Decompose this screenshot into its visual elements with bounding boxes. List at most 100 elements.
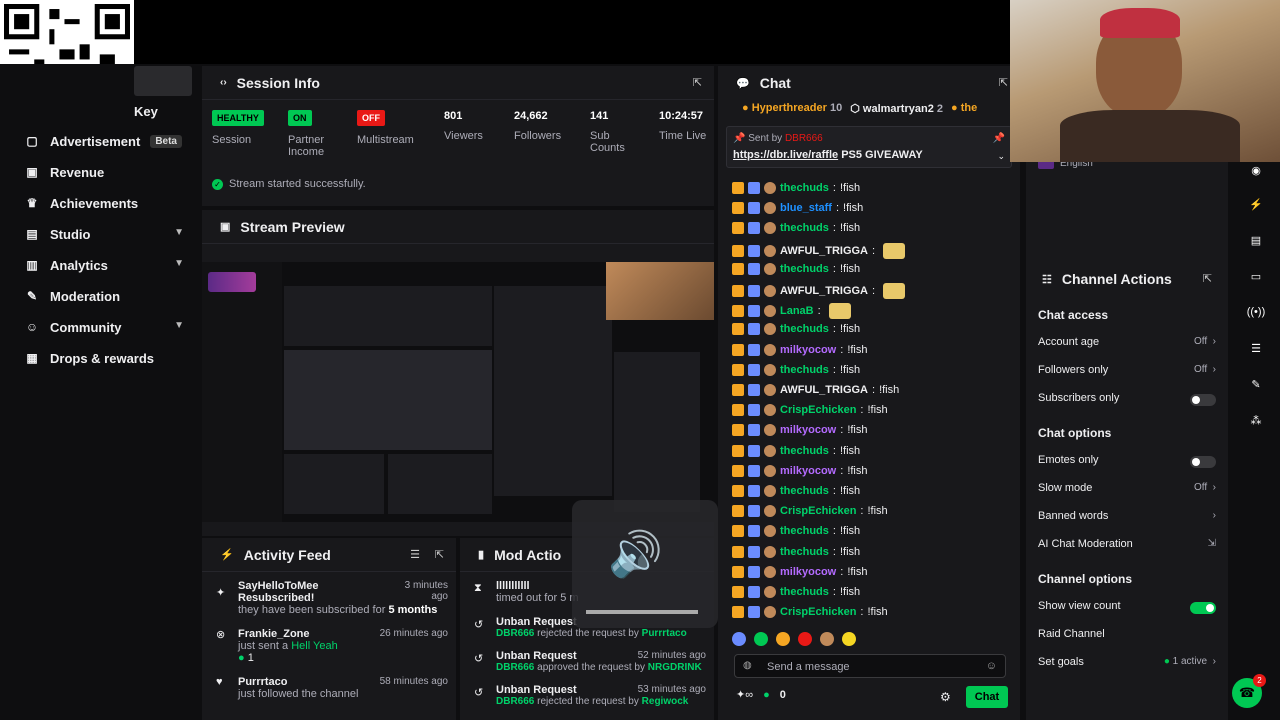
chat-colon: : (860, 505, 864, 518)
filter-icon[interactable]: ☰ (410, 548, 420, 561)
chat-username[interactable]: milkyocow (780, 344, 836, 356)
chat-username[interactable]: AWFUL_TRIGGA (780, 245, 868, 257)
chat-username[interactable]: thechuds (780, 182, 829, 194)
chat-message[interactable]: milkyocow: !fish (732, 343, 868, 356)
chat-username[interactable]: thechuds (780, 222, 829, 234)
wrench-icon[interactable]: ✎ (1240, 370, 1272, 398)
chat-username[interactable]: thechuds (780, 586, 829, 598)
setting-raid-channel[interactable]: Raid Channel (1038, 628, 1216, 644)
channel-points-icon[interactable]: ● (763, 689, 770, 701)
chat-username[interactable]: milkyocow (780, 424, 836, 436)
layout-icon[interactable]: ☰ (1240, 334, 1272, 362)
emotes-only-toggle[interactable] (1190, 456, 1216, 468)
stream-video[interactable] (202, 262, 714, 522)
emote-icon[interactable] (820, 632, 834, 646)
chat-message[interactable]: thechuds: !fish (732, 545, 860, 558)
chat-username[interactable]: blue_staff (780, 202, 832, 214)
sidebar-item-community[interactable]: ☺ Community ▼ (24, 316, 194, 338)
chat-username[interactable]: thechuds (780, 263, 829, 275)
chat-username[interactable]: CrispEchicken (780, 505, 856, 517)
chat-message[interactable]: thechuds: !fish (732, 444, 860, 457)
chat-message[interactable]: CrispEchicken: !fish (732, 505, 888, 518)
chat-message[interactable]: CrispEchicken: !fish (732, 606, 888, 619)
emote-icon[interactable] (842, 632, 856, 646)
chat-message[interactable]: thechuds: !fish (732, 363, 860, 376)
pin-icon[interactable]: 📌 (993, 133, 1005, 144)
chevron-down-icon: ▼ (174, 227, 184, 238)
chat-message[interactable]: thechuds: !fish (732, 323, 860, 336)
emote-icon (883, 283, 906, 299)
chat-colon: : (840, 565, 844, 578)
sidebar-item-key[interactable]: Key (134, 100, 194, 122)
setting-banned-words[interactable]: Banned words › (1038, 510, 1216, 526)
bolt-icon[interactable]: ⚡ (1240, 190, 1272, 218)
mod-user: DBR666 (496, 696, 535, 707)
chat-message[interactable]: blue_staff: !fish (732, 202, 863, 215)
chat-username[interactable]: milkyocow (780, 465, 836, 477)
apps-icon[interactable]: ⁂ (1240, 406, 1272, 434)
support-chat-button[interactable]: ☎ 2 (1232, 674, 1266, 708)
popout-icon[interactable]: ⇱ (693, 76, 702, 89)
emoji-icon[interactable]: ☺ (986, 660, 997, 672)
chat-message[interactable]: LanaB: (732, 303, 851, 320)
chat-input[interactable]: ◍ Send a message ☺ (734, 654, 1006, 678)
chat-message[interactable]: milkyocow: !fish (732, 565, 868, 578)
chat-message[interactable]: AWFUL_TRIGGA: (732, 242, 906, 259)
setting-account-age[interactable]: Account age Off › (1038, 336, 1216, 352)
chat-message[interactable]: thechuds: !fish (732, 525, 860, 538)
setting-slow-mode[interactable]: Slow mode Off › (1038, 482, 1216, 498)
chat-message[interactable]: thechuds: !fish (732, 586, 860, 598)
chat-username[interactable]: AWFUL_TRIGGA (780, 384, 868, 396)
bits-icon[interactable]: ✦∞ (736, 688, 753, 701)
chevron-down-icon[interactable]: ⌄ (997, 151, 1005, 162)
chat-username[interactable]: thechuds (780, 445, 829, 457)
notes-icon[interactable]: ▤ (1240, 226, 1272, 254)
chat-username[interactable]: thechuds (780, 323, 829, 335)
sidebar-item-revenue[interactable]: ▣ Revenue (24, 161, 194, 183)
popout-icon[interactable]: ⇱ (435, 548, 444, 561)
emote-icon[interactable] (798, 632, 812, 646)
setting-set-goals[interactable]: Set goals ● 1 active › (1038, 656, 1216, 672)
sidebar-item-achievements[interactable]: ♛ Achievements (24, 192, 194, 214)
chat-message[interactable]: CrispEchicken: !fish (732, 404, 888, 417)
chat-message[interactable]: thechuds: !fish (732, 485, 860, 497)
pinned-message[interactable]: 📌 Sent by DBR666 https://dbr.live/raffle… (726, 126, 1012, 168)
chat-username[interactable]: thechuds (780, 364, 829, 376)
chat-message[interactable]: thechuds: !fish (732, 222, 860, 235)
sidebar-item-studio[interactable]: ▤ Studio ▼ (24, 223, 194, 245)
setting-followers-only[interactable]: Followers only Off › (1038, 364, 1216, 380)
chat-username[interactable]: thechuds (780, 525, 829, 537)
show-view-count-toggle[interactable] (1190, 602, 1216, 614)
chat-icon[interactable]: ▭ (1240, 262, 1272, 290)
chat-username[interactable]: AWFUL_TRIGGA (780, 285, 868, 297)
chat-username[interactable]: CrispEchicken (780, 404, 856, 416)
sidebar-item-drops[interactable]: ▦ Drops & rewards (24, 347, 194, 369)
chat-send-button[interactable]: Chat (966, 686, 1008, 708)
badge-icon (732, 565, 744, 578)
settings-gear-icon[interactable]: ⚙ (940, 690, 951, 704)
sidebar-item-advertisement[interactable]: ▢ Advertisement Beta (24, 130, 194, 152)
sidebar-item-moderation[interactable]: ✎ Moderation (24, 285, 194, 307)
chat-username[interactable]: CrispEchicken (780, 606, 856, 618)
setting-ai-chat-moderation[interactable]: AI Chat Moderation ⇲ (1038, 538, 1216, 554)
chat-message[interactable]: AWFUL_TRIGGA: (732, 283, 906, 299)
chat-username[interactable]: thechuds (780, 485, 829, 497)
broadcast-icon[interactable]: ((•)) (1240, 298, 1272, 326)
subscribers-only-toggle[interactable] (1190, 394, 1216, 406)
chat-username[interactable]: thechuds (780, 546, 829, 558)
emote-icon[interactable] (754, 632, 768, 646)
sidebar-item-analytics[interactable]: ▥ Analytics ▼ (24, 254, 194, 276)
wrench-icon: ✎ (26, 289, 38, 303)
chat-message[interactable]: thechuds: !fish (732, 262, 860, 275)
emote-icon[interactable] (732, 632, 746, 646)
chat-username[interactable]: milkyocow (780, 566, 836, 578)
chat-message[interactable]: thechuds: !fish (732, 182, 860, 194)
emote-icon[interactable] (776, 632, 790, 646)
chat-message[interactable]: milkyocow: !fish (732, 464, 868, 477)
chat-message[interactable]: AWFUL_TRIGGA: !fish (732, 384, 899, 396)
chat-message[interactable]: milkyocow: !fish (732, 424, 868, 437)
popout-icon[interactable]: ⇱ (1203, 272, 1212, 285)
popout-icon[interactable]: ⇱ (999, 76, 1008, 89)
pinned-link[interactable]: https://dbr.live/raffle (733, 149, 838, 161)
chat-username[interactable]: LanaB (780, 305, 814, 317)
